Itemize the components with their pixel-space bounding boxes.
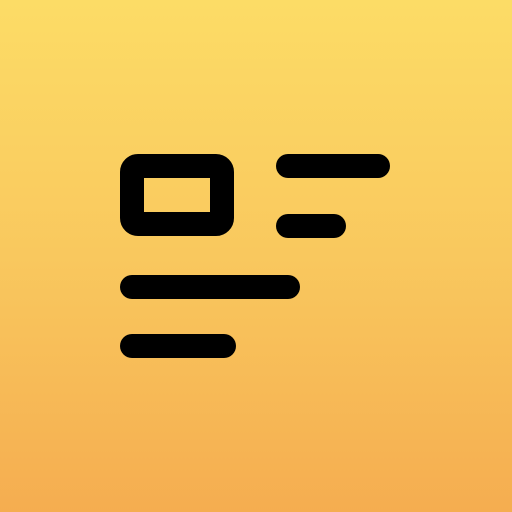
article-layout-icon (120, 154, 390, 358)
image-placeholder-box (120, 154, 234, 236)
app-icon (0, 0, 512, 512)
